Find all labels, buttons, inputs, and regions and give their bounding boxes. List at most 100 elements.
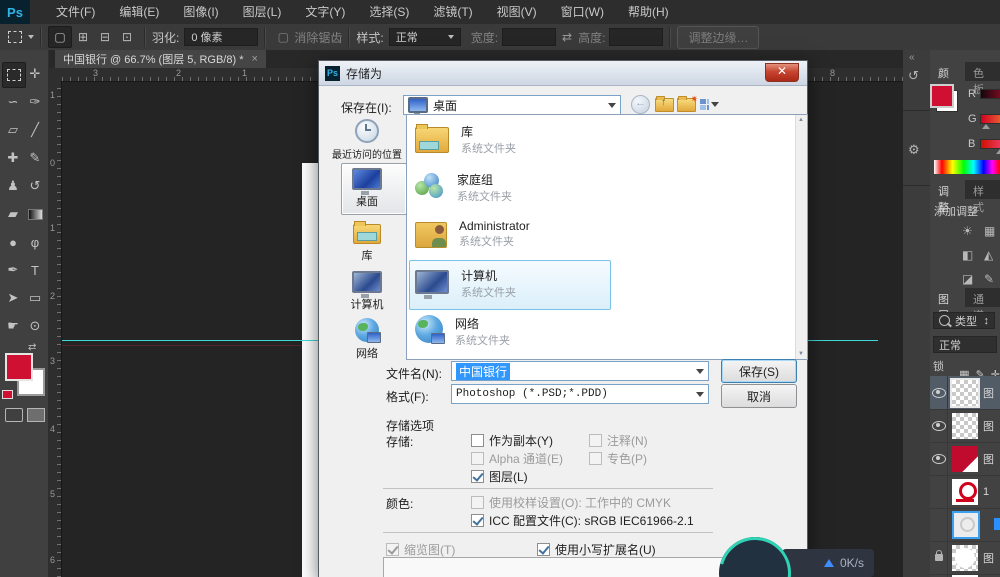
layer-name[interactable]: 图: [983, 418, 994, 434]
menu-file[interactable]: 文件(F): [44, 0, 107, 24]
eyedropper-tool[interactable]: ╱: [24, 118, 46, 142]
layer-thumbnail[interactable]: [952, 545, 978, 571]
lowercase-extension-checkbox[interactable]: 使用小写扩展名(U): [537, 541, 656, 558]
tool-preset-caret-icon[interactable]: [28, 35, 34, 39]
layer-row[interactable]: 图: [930, 376, 1000, 410]
layer-row[interactable]: 图: [930, 442, 1000, 476]
tab-color[interactable]: 颜色: [930, 62, 965, 81]
visibility-toggle[interactable]: [930, 409, 948, 442]
height-input[interactable]: [609, 28, 663, 46]
menu-select[interactable]: 选择(S): [357, 0, 421, 24]
blend-mode-dropdown[interactable]: 正常: [933, 336, 997, 353]
menu-filter[interactable]: 滤镜(T): [421, 0, 484, 24]
tab-adjustments[interactable]: 调整: [930, 180, 965, 199]
layer-thumbnail[interactable]: [952, 413, 978, 439]
gradient-map-icon[interactable]: ◪: [962, 272, 973, 286]
tab-channels[interactable]: 通道: [965, 288, 1000, 307]
default-colors-icon[interactable]: [2, 390, 13, 399]
visibility-toggle[interactable]: [930, 442, 948, 475]
blue-channel-slider[interactable]: [980, 139, 1000, 149]
visibility-toggle[interactable]: [930, 475, 948, 508]
layer-name[interactable]: 图: [983, 385, 994, 401]
style-dropdown[interactable]: 正常: [389, 28, 461, 46]
layer-thumbnail[interactable]: [952, 511, 980, 539]
save-button[interactable]: 保存(S): [721, 359, 797, 383]
quick-mask-icon[interactable]: [5, 408, 23, 422]
feather-input[interactable]: 0 像素: [184, 28, 258, 46]
place-desktop[interactable]: 桌面: [329, 168, 405, 209]
healing-brush-tool[interactable]: ✚: [2, 146, 24, 170]
brightness-contrast-icon[interactable]: ☀: [962, 224, 973, 238]
collapse-panels-icon[interactable]: «: [909, 52, 915, 63]
tab-swatches[interactable]: 色板: [965, 62, 1000, 81]
history-panel-icon[interactable]: ↺: [908, 68, 919, 84]
document-tab[interactable]: 中国银行 @ 66.7% (图层 5, RGB/8) * ×: [55, 50, 266, 68]
tab-layers[interactable]: 图层: [930, 288, 965, 307]
selection-mode-intersect-icon[interactable]: ⊡: [116, 27, 138, 47]
file-list-scrollbar[interactable]: [795, 115, 807, 359]
layer-name[interactable]: 图: [983, 451, 994, 467]
green-channel-slider[interactable]: [980, 114, 1000, 124]
layer-thumbnail[interactable]: [952, 479, 978, 505]
format-dropdown[interactable]: Photoshop (*.PSD;*.PDD): [451, 384, 709, 404]
move-tool[interactable]: ✛: [24, 62, 46, 86]
swap-colors-icon[interactable]: ⇄: [28, 342, 36, 353]
crop-tool[interactable]: ▱: [2, 118, 24, 142]
curves-icon[interactable]: ◧: [962, 248, 973, 262]
views-menu-button[interactable]: [700, 95, 719, 114]
layer-row[interactable]: 图: [930, 409, 1000, 443]
blur-tool[interactable]: ●: [2, 230, 24, 254]
menu-help[interactable]: 帮助(H): [616, 0, 681, 24]
layer-name[interactable]: 1: [983, 486, 989, 498]
file-list[interactable]: 库系统文件夹 家庭组系统文件夹 Administrator系统文件夹 计算机系统…: [406, 114, 808, 360]
layer-thumbnail[interactable]: [952, 380, 978, 406]
place-network[interactable]: 网络: [329, 318, 405, 361]
width-input[interactable]: [502, 28, 556, 46]
file-item-computer[interactable]: 计算机系统文件夹: [415, 267, 516, 300]
tab-styles[interactable]: 样式: [965, 180, 1000, 199]
file-item-network[interactable]: 网络系统文件夹: [415, 315, 510, 348]
visibility-toggle[interactable]: [930, 508, 948, 541]
color-spectrum-ramp[interactable]: [934, 160, 1000, 174]
file-item-libraries[interactable]: 库系统文件夹: [415, 123, 516, 156]
layer-name[interactable]: 图: [983, 550, 994, 566]
color-balance-icon[interactable]: ◭: [984, 248, 993, 262]
filename-input[interactable]: 中国银行: [451, 361, 709, 381]
hand-tool[interactable]: ☛: [2, 314, 24, 338]
place-computer[interactable]: 计算机: [329, 271, 405, 312]
layer-row[interactable]: [930, 508, 1000, 542]
color-panel-foreground-swatch[interactable]: [930, 84, 954, 108]
new-folder-button[interactable]: ✷: [677, 95, 696, 114]
screen-mode-icon[interactable]: [27, 408, 45, 422]
foreground-color-swatch[interactable]: [5, 353, 33, 381]
icc-profile-checkbox[interactable]: ICC 配置文件(C): sRGB IEC61966-2.1: [471, 512, 694, 529]
clone-stamp-tool[interactable]: ♟: [2, 174, 24, 198]
tool-preset-icon[interactable]: [8, 31, 22, 43]
rectangular-marquee-tool[interactable]: [2, 62, 26, 88]
lasso-tool[interactable]: ∽: [2, 90, 24, 114]
visibility-toggle[interactable]: [930, 376, 948, 409]
menu-edit[interactable]: 编辑(E): [107, 0, 171, 24]
file-item-administrator[interactable]: Administrator系统文件夹: [415, 219, 530, 249]
layer-filter-dropdown[interactable]: 类型 ↕: [933, 312, 995, 329]
dodge-tool[interactable]: φ: [24, 230, 46, 254]
history-brush-tool[interactable]: ↺: [24, 174, 46, 198]
cancel-button[interactable]: 取消: [721, 384, 797, 408]
brush-tool[interactable]: ✎: [24, 146, 46, 170]
zoom-tool[interactable]: ⊙: [24, 314, 46, 338]
selection-mode-new-icon[interactable]: ▢: [48, 26, 72, 48]
shape-tool[interactable]: ▭: [24, 286, 46, 310]
place-recent[interactable]: 最近访问的位置: [329, 119, 405, 161]
document-tab-close-icon[interactable]: ×: [252, 53, 258, 65]
eraser-tool[interactable]: ▰: [2, 202, 24, 226]
quick-selection-tool[interactable]: ✑: [24, 90, 46, 114]
levels-icon[interactable]: ▦: [984, 224, 995, 238]
menu-window[interactable]: 窗口(W): [549, 0, 616, 24]
red-channel-slider[interactable]: [980, 89, 1000, 99]
selection-mode-subtract-icon[interactable]: ⊟: [94, 27, 116, 47]
file-item-homegroup[interactable]: 家庭组系统文件夹: [415, 171, 512, 204]
up-one-level-button[interactable]: ↑: [655, 95, 674, 114]
place-libraries[interactable]: 库: [329, 224, 405, 263]
gradient-tool[interactable]: [24, 202, 46, 226]
path-selection-tool[interactable]: ➤: [2, 286, 24, 310]
